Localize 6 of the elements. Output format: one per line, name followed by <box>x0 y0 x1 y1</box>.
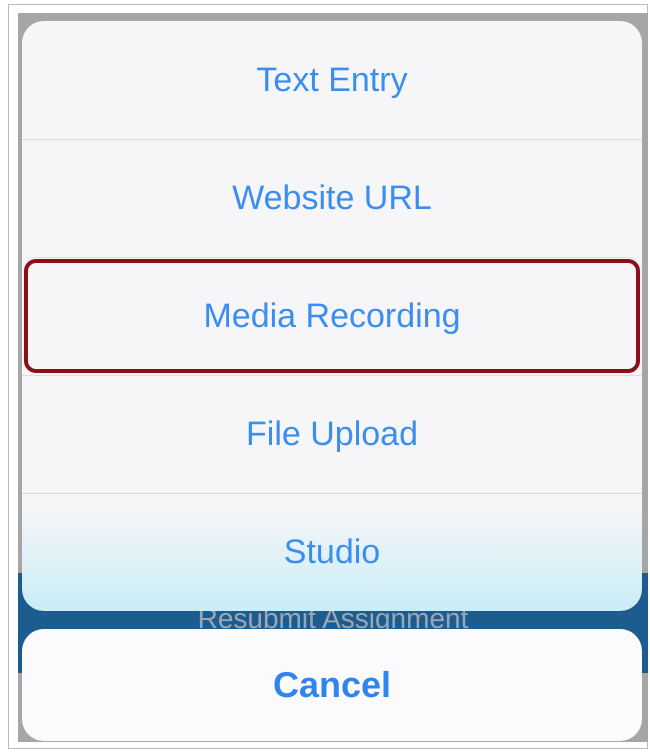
cancel-button[interactable]: Cancel <box>22 629 642 741</box>
action-option[interactable]: File Upload <box>22 375 642 493</box>
action-option[interactable]: Text Entry <box>22 21 642 139</box>
action-option[interactable]: Studio <box>22 493 642 611</box>
action-option[interactable]: Media Recording <box>22 257 642 375</box>
action-option[interactable]: Website URL <box>22 139 642 257</box>
